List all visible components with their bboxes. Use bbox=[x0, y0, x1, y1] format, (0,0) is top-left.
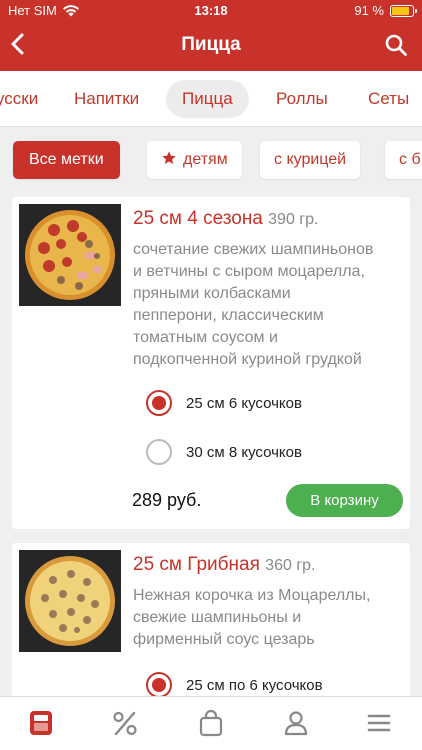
chip-all-tags[interactable]: Все метки bbox=[13, 141, 120, 179]
product-price: 289 руб. bbox=[132, 490, 202, 510]
size-option[interactable]: 30 см 8 кусочков bbox=[146, 438, 302, 466]
menu-card-icon[interactable] bbox=[28, 709, 54, 737]
user-icon[interactable] bbox=[283, 709, 309, 737]
page-title: Пицца bbox=[181, 34, 241, 55]
tab-russian[interactable]: усски bbox=[0, 80, 38, 118]
status-bar: Нет SIM 13:18 91 % bbox=[0, 0, 422, 20]
tag-filters: Все метки детям с курицей с б bbox=[0, 127, 422, 193]
search-icon[interactable] bbox=[384, 33, 408, 57]
product-card: 25 см Грибная 360 гр. Нежная корочка из … bbox=[12, 543, 410, 713]
pizza-image[interactable] bbox=[19, 550, 121, 652]
tab-rolls[interactable]: Роллы bbox=[276, 80, 328, 118]
product-name: 25 см Грибная 360 гр. bbox=[133, 554, 316, 575]
bag-icon[interactable] bbox=[198, 709, 224, 737]
pizza-image[interactable] bbox=[19, 204, 121, 306]
bottom-nav bbox=[0, 696, 422, 750]
tab-sets[interactable]: Сеты bbox=[368, 80, 409, 118]
tab-pizza[interactable]: Пицца bbox=[166, 80, 249, 118]
header: Пицца bbox=[0, 22, 422, 68]
add-to-cart-button[interactable]: В корзину bbox=[286, 484, 403, 517]
radio-button[interactable] bbox=[146, 439, 172, 465]
product-name: 25 см 4 сезона 390 гр. bbox=[133, 208, 319, 229]
chip-with-chicken[interactable]: с курицей bbox=[260, 141, 361, 179]
radio-button[interactable] bbox=[146, 672, 172, 698]
product-weight: 360 гр. bbox=[265, 557, 316, 574]
product-weight: 390 гр. bbox=[268, 211, 319, 228]
chip-kids[interactable]: детям bbox=[147, 141, 242, 179]
size-option-selected[interactable]: 25 см по 6 кусочков bbox=[146, 671, 323, 699]
battery-icon bbox=[390, 4, 417, 17]
hamburger-icon[interactable] bbox=[367, 709, 391, 737]
product-description: сочетание свежих шампиньонов и ветчины с… bbox=[133, 241, 374, 368]
size-option-selected[interactable]: 25 см 6 кусочков bbox=[146, 389, 302, 417]
top-bar: Нет SIM 13:18 91 % Пицца bbox=[0, 0, 422, 71]
star-icon bbox=[162, 151, 176, 164]
battery-percent: 91 % bbox=[354, 3, 384, 18]
percent-icon[interactable] bbox=[112, 709, 138, 737]
tab-drinks[interactable]: Напитки bbox=[74, 80, 139, 118]
category-tabs: усски Напитки Пицца Роллы Сеты bbox=[0, 71, 422, 127]
chip-more[interactable]: с б bbox=[385, 141, 422, 179]
chip-kids-label: детям bbox=[183, 151, 228, 168]
product-card: 25 см 4 сезона 390 гр. сочетание свежих … bbox=[12, 197, 410, 529]
radio-button[interactable] bbox=[146, 390, 172, 416]
product-description: Нежная корочка из Моцареллы, свежие шамп… bbox=[133, 587, 371, 648]
